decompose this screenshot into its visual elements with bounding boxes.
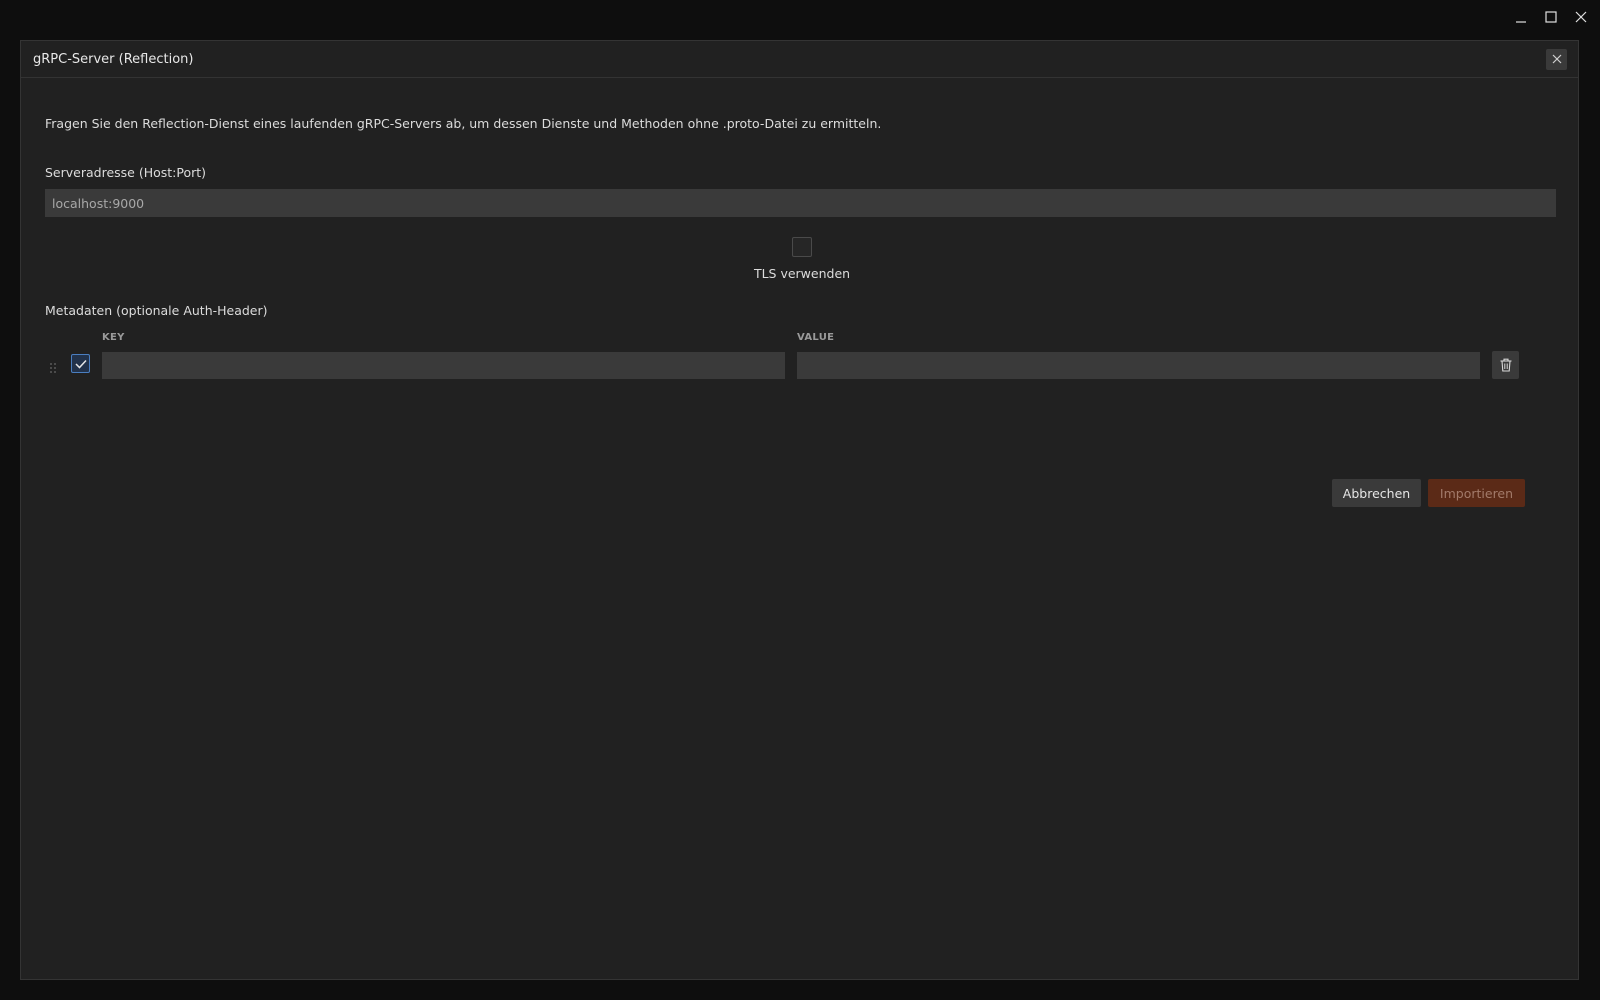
tls-checkbox[interactable] [792, 237, 812, 257]
maximize-button[interactable] [1536, 4, 1566, 30]
drag-handle-icon[interactable] [49, 359, 57, 373]
minimize-icon [1516, 21, 1526, 23]
metadata-row-enabled-checkbox[interactable] [71, 354, 90, 373]
check-icon [74, 359, 87, 369]
metadata-key-input[interactable] [102, 352, 785, 379]
server-address-input[interactable] [45, 189, 1556, 217]
cancel-button[interactable]: Abbrechen [1332, 479, 1421, 507]
reflection-dialog: gRPC-Server (Reflection) Fragen Sie den … [20, 40, 1579, 980]
server-address-label: Serveradresse (Host:Port) [45, 165, 207, 180]
close-icon [1575, 11, 1587, 23]
metadata-value-header: VALUE [797, 332, 835, 343]
import-button[interactable]: Importieren [1428, 479, 1525, 507]
maximize-icon [1545, 11, 1557, 23]
dialog-header: gRPC-Server (Reflection) [21, 41, 1578, 78]
window-close-button[interactable] [1566, 4, 1596, 30]
delete-row-button[interactable] [1492, 351, 1519, 379]
close-icon [1552, 54, 1561, 64]
tls-label: TLS verwenden [753, 266, 851, 281]
metadata-value-input[interactable] [797, 352, 1480, 379]
trash-icon [1500, 358, 1511, 372]
metadata-label: Metadaten (optionale Auth-Header) [45, 303, 268, 318]
dialog-description: Fragen Sie den Reflection-Dienst eines l… [45, 116, 882, 131]
metadata-key-header: KEY [102, 332, 125, 343]
dialog-title: gRPC-Server (Reflection) [33, 51, 194, 67]
dialog-close-button[interactable] [1546, 48, 1567, 70]
minimize-button[interactable] [1506, 4, 1536, 30]
window-controls [1506, 4, 1596, 30]
